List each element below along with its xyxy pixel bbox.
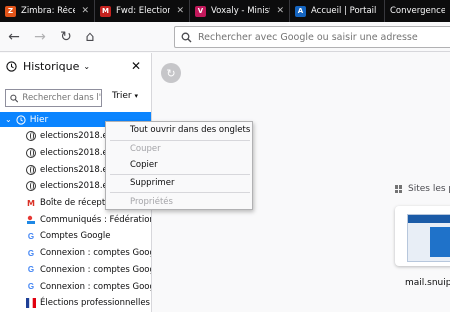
gmail-icon: M bbox=[100, 5, 111, 17]
google-icon: G bbox=[27, 231, 35, 241]
tab-portail[interactable]: A Accueil | Portail bbox=[290, 0, 385, 22]
tab-title: Fwd: Elections bbox=[116, 6, 170, 16]
site-thumbnail bbox=[407, 214, 450, 262]
list-item-label: Élections professionnelles | ... bbox=[40, 298, 151, 309]
list-item-label: Connexion : comptes Google bbox=[40, 248, 152, 259]
chevron-down-icon: ▾ bbox=[134, 92, 139, 100]
menu-item-copy[interactable]: Copier bbox=[130, 160, 158, 170]
tab-gmail[interactable]: M Fwd: Elections ✕ bbox=[95, 0, 190, 22]
globe-icon bbox=[26, 181, 36, 192]
address-placeholder: Rechercher avec Google ou saisir une adr… bbox=[198, 31, 418, 43]
google-icon: G bbox=[27, 265, 35, 275]
close-icon[interactable]: ✕ bbox=[81, 6, 89, 16]
search-placeholder: Rechercher dans l'h bbox=[22, 93, 101, 103]
group-label: Hier bbox=[29, 114, 49, 125]
reload-icon: ↻ bbox=[60, 28, 72, 45]
menu-separator bbox=[110, 140, 250, 141]
clock-icon bbox=[6, 60, 17, 72]
globe-icon bbox=[26, 164, 36, 175]
forward-button[interactable]: → bbox=[30, 27, 50, 47]
menu-item-cut[interactable]: Couper bbox=[130, 144, 161, 154]
tab-title: Convergence bbox=[390, 6, 445, 16]
menu-separator bbox=[110, 174, 250, 175]
search-icon bbox=[181, 32, 192, 42]
voxaly-icon: V bbox=[195, 5, 206, 17]
globe-icon bbox=[26, 148, 36, 159]
chevron-down-icon: ⌄ bbox=[83, 61, 91, 71]
close-icon[interactable]: ✕ bbox=[176, 6, 184, 16]
google-icon: G bbox=[27, 282, 35, 292]
ministere-icon bbox=[26, 298, 36, 309]
list-item[interactable]: G Connexion : comptes Google bbox=[0, 262, 152, 279]
menu-item-open-all-in-tabs[interactable]: Tout ouvrir dans des onglets bbox=[130, 125, 250, 135]
menu-item-properties[interactable]: Propriétés bbox=[130, 197, 173, 207]
clock-icon bbox=[16, 114, 26, 125]
close-icon[interactable]: ✕ bbox=[276, 6, 284, 16]
sort-button[interactable]: Trier ▾ bbox=[112, 91, 138, 101]
list-item-label: Comptes Google bbox=[40, 231, 111, 242]
list-item[interactable]: Élections professionnelles | ... bbox=[0, 295, 151, 312]
nav-bar: ← → ↻ ⌂ Rechercher avec Google ou saisir… bbox=[0, 22, 450, 52]
tab-title: Zimbra: Récept bbox=[21, 6, 75, 16]
search-icon bbox=[10, 94, 19, 102]
address-bar[interactable]: Rechercher avec Google ou saisir une adr… bbox=[174, 26, 450, 48]
grid-icon bbox=[395, 185, 403, 193]
tab-title: Accueil | Portail bbox=[311, 6, 377, 16]
menu-item-delete[interactable]: Supprimer bbox=[130, 178, 174, 188]
tab-title: Voxaly - Ministè bbox=[211, 6, 270, 16]
sidebar-header[interactable]: Historique ⌄ ✕ bbox=[0, 53, 151, 79]
reload-button[interactable]: ↻ bbox=[56, 27, 76, 47]
home-button[interactable]: ⌂ bbox=[80, 27, 100, 47]
tab-strip: Z Zimbra: Récept ✕ M Fwd: Elections ✕ V … bbox=[0, 0, 450, 22]
top-site-label: mail.snuipp bbox=[405, 278, 450, 288]
portail-icon: A bbox=[295, 5, 306, 17]
menu-separator bbox=[110, 192, 250, 193]
list-item-label: Connexion : comptes Google bbox=[40, 281, 152, 292]
tab-zimbra[interactable]: Z Zimbra: Récept ✕ bbox=[0, 0, 95, 22]
list-item[interactable]: G Connexion : comptes Google bbox=[0, 278, 152, 295]
globe-icon bbox=[26, 131, 36, 142]
chevron-down-icon: ⌄ bbox=[5, 115, 12, 124]
list-item[interactable]: G Comptes Google bbox=[0, 228, 151, 245]
top-site-tile[interactable] bbox=[395, 206, 450, 266]
sync-icon[interactable]: ↻ bbox=[161, 63, 181, 83]
top-sites-header: Sites les p bbox=[395, 184, 450, 194]
back-button[interactable]: ← bbox=[4, 27, 24, 47]
zimbra-icon: Z bbox=[5, 5, 16, 17]
list-item-label: Connexion : comptes Google bbox=[40, 264, 152, 275]
tab-voxaly[interactable]: V Voxaly - Ministè ✕ bbox=[190, 0, 290, 22]
gmail-icon: M bbox=[26, 198, 36, 209]
context-menu: Tout ouvrir dans des onglets Couper Copi… bbox=[105, 121, 253, 210]
back-arrow-icon: ← bbox=[8, 28, 20, 45]
tab-convergence[interactable]: Convergence bbox=[385, 0, 450, 22]
list-item-label: Communiqués : Fédération... bbox=[40, 214, 152, 225]
sidebar-title: Historique bbox=[23, 59, 80, 73]
google-icon: G bbox=[27, 248, 35, 258]
sort-label: Trier bbox=[112, 91, 132, 101]
sgen-icon bbox=[26, 214, 36, 225]
forward-arrow-icon: → bbox=[34, 28, 46, 45]
close-icon[interactable]: ✕ bbox=[131, 59, 141, 73]
top-sites-label: Sites les p bbox=[408, 184, 450, 194]
list-item[interactable]: G Connexion : comptes Google bbox=[0, 245, 152, 262]
home-icon: ⌂ bbox=[85, 28, 95, 45]
history-search-input[interactable]: Rechercher dans l'h bbox=[5, 89, 102, 107]
list-item[interactable]: Communiqués : Fédération... bbox=[0, 211, 152, 228]
